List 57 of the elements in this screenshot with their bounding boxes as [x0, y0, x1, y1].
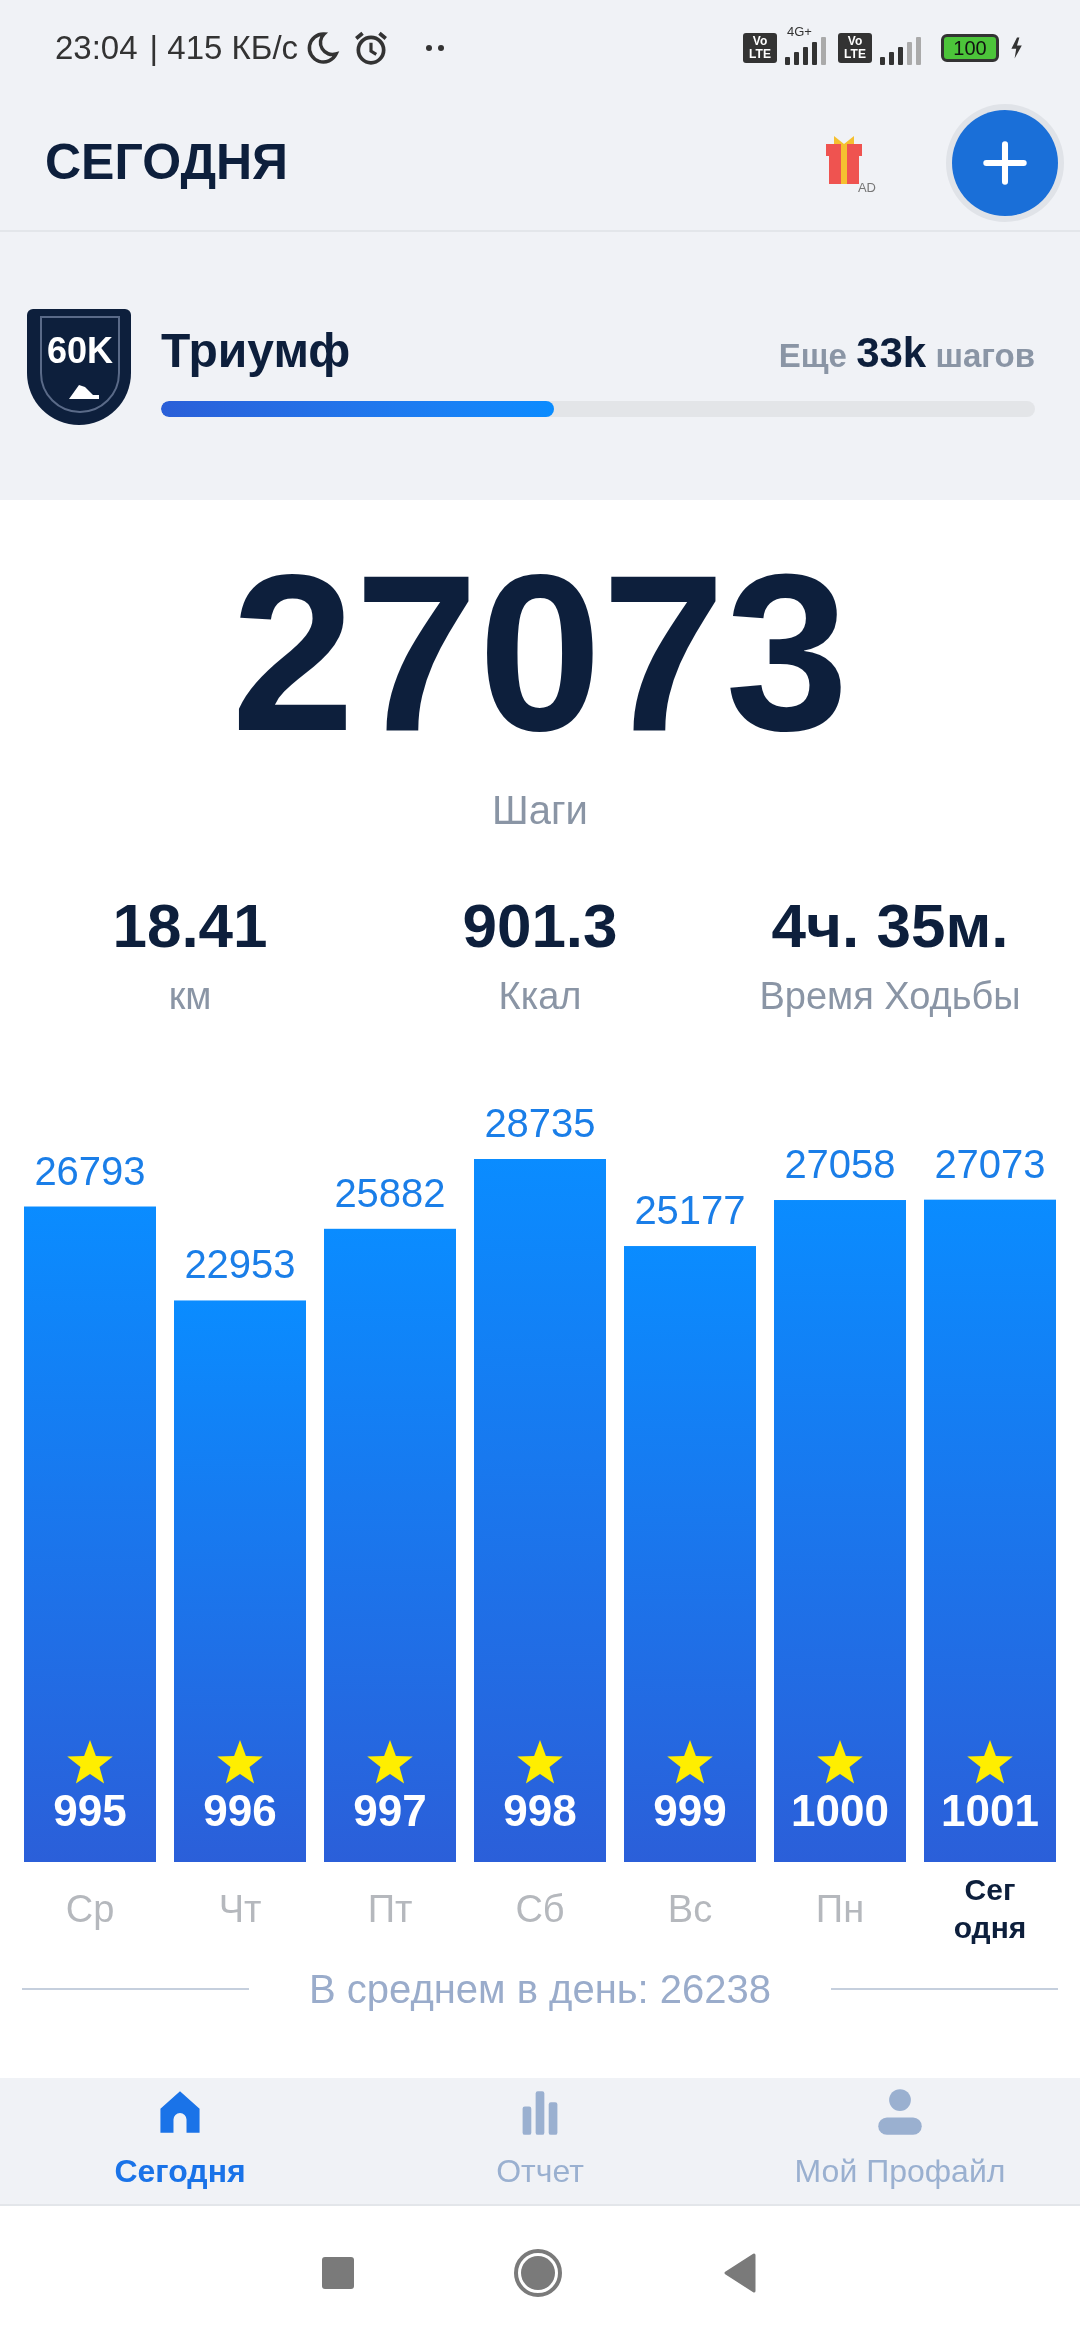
badge-label: 60K — [45, 331, 114, 371]
star-icon — [517, 1740, 563, 1784]
day-label: Сег одня — [952, 1872, 1028, 1946]
stat-value: 18.41 — [112, 890, 268, 962]
day-label: Ср — [65, 1889, 115, 1929]
signal-icon — [880, 36, 921, 65]
bar-value-label: 28735 — [484, 1101, 596, 1145]
stat-value: 901.3 — [462, 890, 618, 962]
battery-indicator: 100 — [941, 33, 999, 62]
home-button[interactable] — [514, 2249, 562, 2297]
day-label: Вс — [667, 1889, 713, 1929]
bar-value-label: 22953 — [184, 1242, 296, 1287]
bar-count-label: 996 — [203, 1786, 277, 1835]
signal-icon — [785, 36, 826, 65]
star-icon — [817, 1740, 863, 1784]
star-icon — [67, 1740, 113, 1784]
bar-value-label: 26793 — [34, 1148, 146, 1193]
ad-label: AD — [857, 180, 876, 194]
daily-average: В среднем в день: 26238 — [309, 1966, 771, 2013]
network-type: 4G+ — [787, 24, 812, 38]
volte-icon: Vo LTE — [838, 32, 872, 63]
clock-time: 23:04 — [55, 27, 138, 68]
person-icon — [876, 2087, 924, 2137]
day-label: Пн — [815, 1889, 865, 1929]
bar-count-label: 1000 — [791, 1786, 889, 1835]
goal-title: Триумф — [161, 323, 351, 379]
plus-icon — [983, 140, 1027, 185]
day-label: Пт — [367, 1889, 413, 1929]
nav-tab[interactable]: Сегодня — [0, 2078, 360, 2204]
day-label: Чт — [218, 1889, 262, 1929]
bar-count-label: 999 — [653, 1786, 727, 1835]
star-icon — [217, 1740, 263, 1784]
star-icon — [967, 1740, 1013, 1784]
stat-value: 4ч. 35м. — [771, 890, 1009, 962]
bar-value-label: 25882 — [334, 1170, 446, 1215]
bar-value-label: 27073 — [934, 1141, 1046, 1186]
bar-count-label: 1001 — [941, 1786, 1039, 1835]
stat-label: Ккал — [498, 974, 582, 1019]
stat-label: км — [168, 974, 212, 1019]
network-speed: | 415 КБ/с — [149, 27, 299, 68]
volte-icon: Vo LTE — [743, 32, 777, 63]
bar-count-label: 995 — [53, 1786, 127, 1835]
bar-count-label: 998 — [503, 1786, 577, 1835]
bar-count-label: 997 — [353, 1786, 427, 1835]
day-label: Сб — [515, 1889, 565, 1929]
nav-tab[interactable]: Мой Профайл — [720, 2078, 1080, 2204]
remaining-steps: Еще 33k шагов — [778, 321, 1035, 384]
star-icon — [367, 1740, 413, 1784]
nav-tab[interactable]: Отчет — [360, 2078, 720, 2204]
stat-label: Время Ходьбы — [759, 974, 1021, 1019]
back-button[interactable] — [722, 2253, 758, 2293]
bar-value-label: 25177 — [634, 1188, 746, 1233]
step-count: 27073 — [231, 538, 849, 768]
page-title: СЕГОДНЯ — [45, 133, 290, 192]
bar-value-label: 27058 — [784, 1142, 896, 1187]
star-icon — [667, 1740, 713, 1784]
step-label: Шаги — [492, 787, 588, 834]
